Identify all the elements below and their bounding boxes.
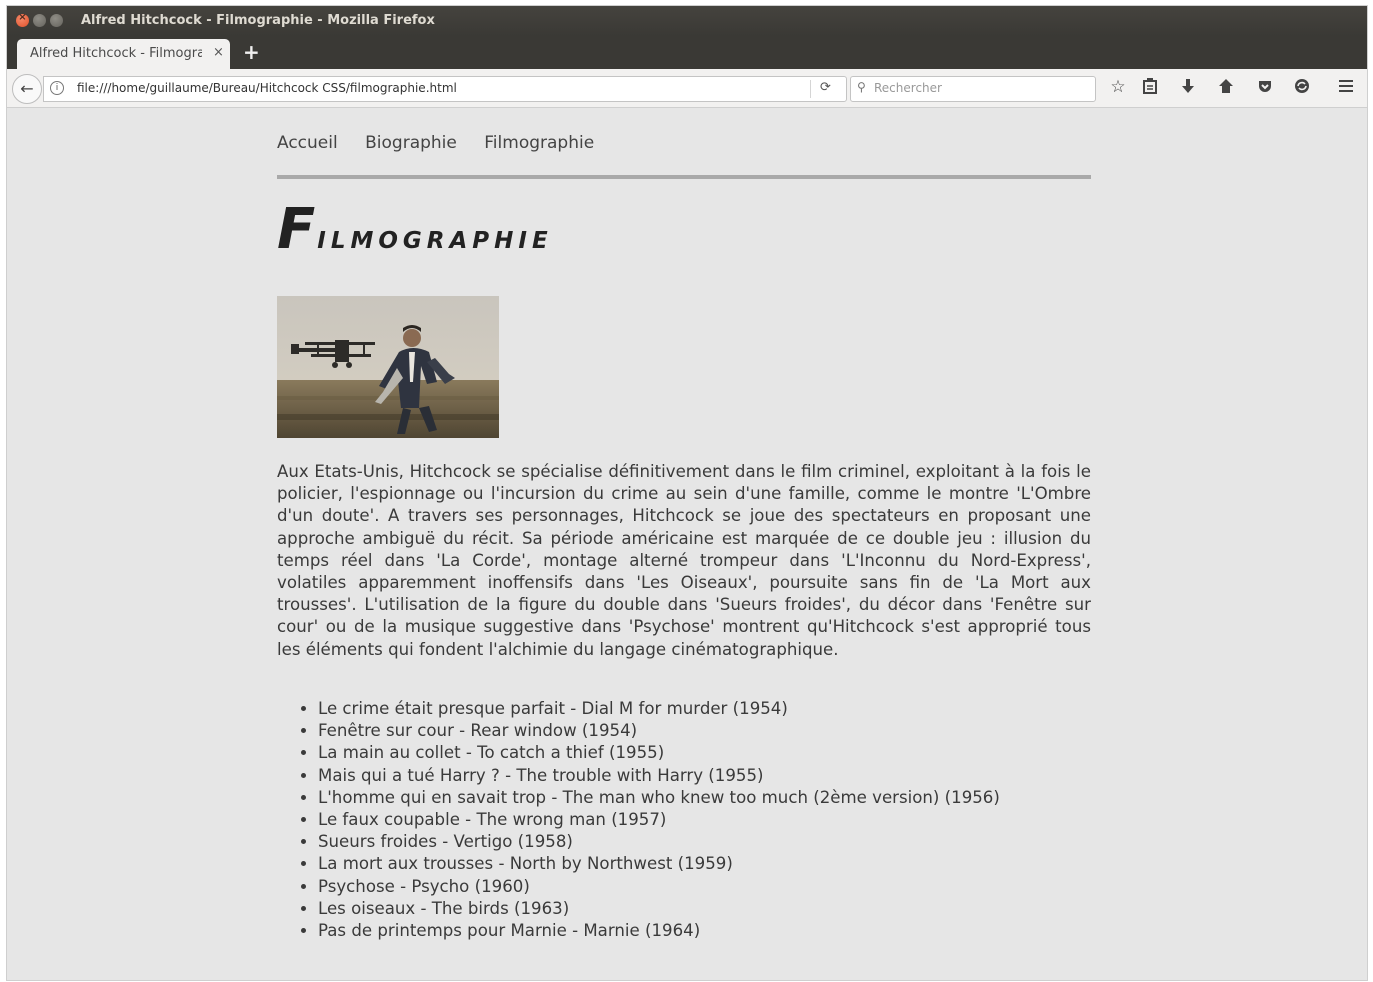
search-placeholder: Rechercher (874, 81, 942, 95)
list-item: L'homme qui en savait trop - The man who… (318, 787, 1000, 809)
window-minimize-button[interactable] (33, 14, 46, 27)
menu-item-biographie[interactable]: Biographie (365, 133, 457, 153)
list-item: Mais qui a tué Harry ? - The trouble wit… (318, 765, 1000, 787)
menu-item-filmographie[interactable]: Filmographie (484, 133, 594, 153)
search-icon: ⚲ (857, 80, 866, 94)
title-bar[interactable]: × Alfred Hitchcock - Filmographie - Mozi… (7, 6, 1367, 36)
url-bar[interactable]: i file:///home/guillaume/Bureau/Hitchcoc… (43, 76, 847, 102)
home-icon[interactable] (1215, 77, 1237, 100)
list-item: Sueurs froides - Vertigo (1958) (318, 831, 1000, 853)
list-item: Psychose - Psycho (1960) (318, 876, 1000, 898)
star-icon[interactable]: ☆ (1107, 77, 1129, 97)
window-title: Alfred Hitchcock - Filmographie - Mozill… (81, 13, 435, 28)
url-text[interactable]: file:///home/guillaume/Bureau/Hitchcock … (77, 81, 457, 95)
pocket-icon[interactable] (1254, 77, 1276, 100)
list-item: Le faux coupable - The wrong man (1957) (318, 809, 1000, 831)
url-separator (810, 80, 811, 98)
browser-window: × Alfred Hitchcock - Filmographie - Mozi… (7, 6, 1367, 980)
film-list: Le crime était presque parfait - Dial M … (301, 698, 1000, 942)
sync-icon[interactable] (1291, 77, 1313, 100)
list-item: La mort aux trousses - North by Northwes… (318, 853, 1000, 875)
site-menu: Accueil Biographie Filmographie (277, 133, 616, 153)
intro-paragraph: Aux Etats-Unis, Hitchcock se spécialise … (277, 462, 1091, 659)
back-button[interactable]: ← (12, 74, 42, 104)
page-title: Filmographie (277, 200, 553, 260)
list-item: Pas de printemps pour Marnie - Marnie (1… (318, 920, 1000, 942)
tab-label: Alfred Hitchcock - Filmographie (30, 46, 202, 61)
menu-icon[interactable] (1335, 77, 1357, 100)
film-still-image (277, 296, 499, 438)
download-icon[interactable] (1177, 77, 1199, 100)
search-input[interactable]: ⚲ Rechercher (850, 76, 1096, 102)
page-title-rest: ilmographie (317, 228, 553, 254)
list-item: Fenêtre sur cour - Rear window (1954) (318, 720, 1000, 742)
list-item: La main au collet - To catch a thief (19… (318, 742, 1000, 764)
tab-filmographie[interactable]: Alfred Hitchcock - Filmographie × (17, 39, 230, 69)
list-item: Les oiseaux - The birds (1963) (318, 898, 1000, 920)
tab-strip: Alfred Hitchcock - Filmographie × + (7, 36, 1367, 69)
window-maximize-button[interactable] (50, 14, 63, 27)
menu-item-accueil[interactable]: Accueil (277, 133, 338, 153)
window-close-button[interactable]: × (16, 12, 29, 27)
list-item: Le crime était presque parfait - Dial M … (318, 698, 1000, 720)
info-icon[interactable]: i (50, 81, 64, 95)
clipboard-icon[interactable] (1139, 77, 1161, 100)
reload-icon[interactable]: ⟳ (820, 80, 831, 95)
nav-bar: ← i file:///home/guillaume/Bureau/Hitchc… (7, 69, 1367, 108)
page-title-initial: F (277, 197, 318, 262)
menu-divider (277, 175, 1091, 179)
new-tab-button[interactable]: + (243, 42, 260, 62)
close-icon[interactable]: × (213, 45, 224, 60)
